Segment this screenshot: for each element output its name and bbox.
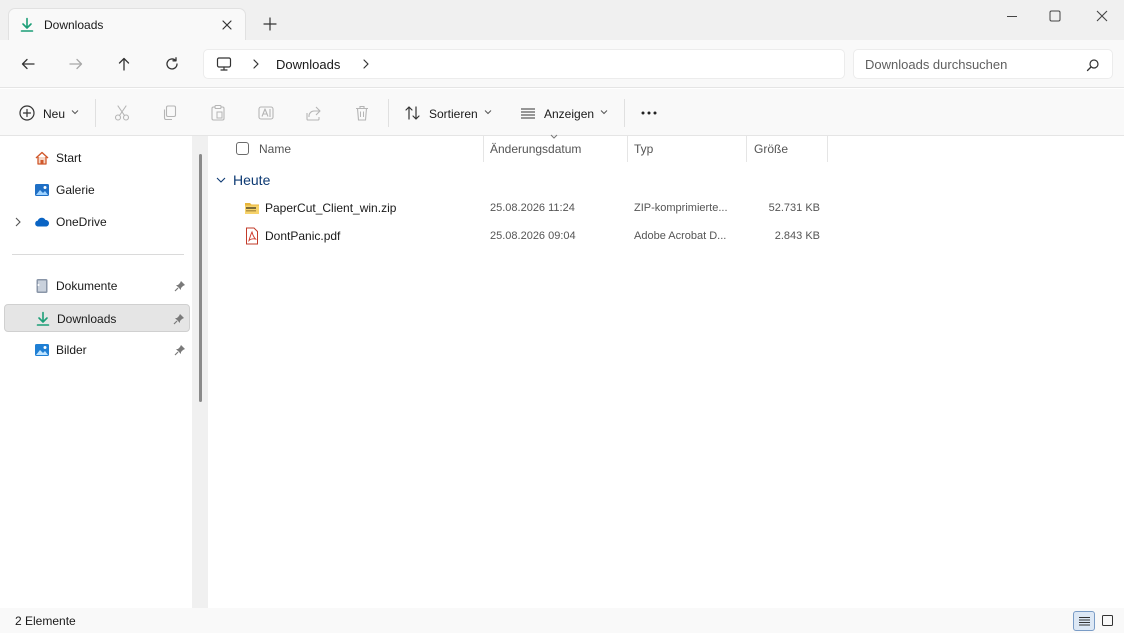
- view-button[interactable]: Anzeigen: [544, 107, 594, 121]
- nav-divider: [12, 254, 184, 255]
- chevron-down-icon[interactable]: [600, 109, 608, 115]
- sidebar-item-galerie[interactable]: Galerie: [4, 176, 190, 204]
- toolbar-divider: [388, 99, 389, 127]
- more-options-icon[interactable]: [640, 104, 658, 122]
- sort-indicator-icon: [550, 134, 558, 139]
- forward-arrow-icon[interactable]: [68, 56, 84, 72]
- file-name: PaperCut_Client_win.zip: [265, 201, 397, 215]
- back-arrow-icon[interactable]: [20, 56, 36, 72]
- share-icon[interactable]: [305, 104, 323, 122]
- column-header-name[interactable]: Name: [253, 136, 483, 162]
- view-lines-icon[interactable]: [519, 104, 537, 122]
- command-bar: Neu Sortieren Anzeigen: [0, 89, 1124, 136]
- sidebar-item-label: OneDrive: [56, 215, 107, 229]
- column-header-size[interactable]: Größe: [747, 136, 827, 162]
- file-list: Name Änderungsdatum Typ Größe Heute Pape…: [208, 134, 1124, 608]
- pictures-icon: [35, 344, 49, 356]
- document-icon: [36, 279, 48, 293]
- sidebar-item-label: Dokumente: [56, 279, 118, 293]
- maximize-icon[interactable]: [1047, 8, 1063, 24]
- chevron-right-icon[interactable]: [14, 217, 22, 227]
- pin-icon[interactable]: [173, 313, 185, 325]
- gallery-icon: [35, 184, 49, 196]
- sidebar-item-dokumente[interactable]: Dokumente: [4, 272, 190, 300]
- home-icon: [35, 151, 49, 165]
- tiles-view-icon: [1102, 615, 1113, 626]
- breadcrumb-downloads[interactable]: Downloads: [276, 57, 340, 72]
- select-all-checkbox[interactable]: [236, 142, 249, 155]
- cloud-icon: [35, 217, 50, 227]
- sort-arrows-icon[interactable]: [404, 104, 422, 122]
- tab-title: Downloads: [44, 18, 104, 32]
- cut-icon[interactable]: [113, 104, 131, 122]
- file-size: 52.731 KB: [768, 202, 820, 214]
- column-size-label: Größe: [754, 142, 789, 156]
- address-bar[interactable]: Downloads: [203, 49, 845, 79]
- chevron-down-icon[interactable]: [71, 109, 79, 115]
- sidebar-item-label: Start: [56, 151, 82, 165]
- paste-icon[interactable]: [209, 104, 227, 122]
- file-explorer-window: Downloads Downloads Downloads durchsuche…: [0, 0, 1124, 633]
- toolbar-divider: [624, 99, 625, 127]
- file-type: Adobe Acrobat D...: [634, 230, 727, 242]
- search-box[interactable]: Downloads durchsuchen: [853, 49, 1113, 79]
- navigation-pane: Start Galerie OneDrive Dokumente Downloa…: [0, 136, 208, 608]
- refresh-icon[interactable]: [164, 56, 180, 72]
- pdf-icon: [246, 227, 258, 245]
- navigation-bar: Downloads Downloads durchsuchen: [0, 40, 1124, 88]
- new-tab-icon[interactable]: [262, 16, 278, 32]
- delete-icon[interactable]: [353, 104, 371, 122]
- title-bar: Downloads: [0, 0, 1124, 40]
- download-arrow-icon: [36, 311, 50, 326]
- close-window-icon[interactable]: [1094, 8, 1110, 24]
- copy-icon[interactable]: [161, 104, 179, 122]
- file-name: DontPanic.pdf: [265, 229, 341, 243]
- sidebar-item-label: Downloads: [57, 312, 117, 326]
- details-view-button[interactable]: [1073, 611, 1095, 631]
- new-button[interactable]: Neu: [43, 107, 65, 121]
- file-date: 25.08.2026 09:04: [490, 230, 576, 242]
- sort-button[interactable]: Sortieren: [429, 107, 478, 121]
- minimize-icon[interactable]: [1004, 8, 1020, 24]
- sidebar-item-downloads[interactable]: Downloads: [4, 304, 190, 332]
- search-placeholder[interactable]: Downloads durchsuchen: [865, 57, 1007, 72]
- up-arrow-icon[interactable]: [116, 56, 132, 72]
- sidebar-item-bilder[interactable]: Bilder: [4, 336, 190, 364]
- file-size: 2.843 KB: [774, 230, 820, 242]
- column-date-label: Änderungsdatum: [490, 142, 582, 156]
- new-plus-icon[interactable]: [18, 104, 36, 122]
- sidebar-item-label: Galerie: [56, 183, 95, 197]
- nav-scrollbar-thumb[interactable]: [199, 154, 202, 402]
- search-icon[interactable]: [1086, 58, 1100, 72]
- column-name-label: Name: [259, 142, 292, 156]
- file-date: 25.08.2026 11:24: [490, 202, 575, 214]
- close-tab-icon[interactable]: [219, 17, 235, 33]
- sidebar-item-onedrive[interactable]: OneDrive: [4, 208, 190, 236]
- chevron-down-icon[interactable]: [216, 176, 226, 184]
- computer-icon[interactable]: [216, 56, 232, 72]
- pin-icon[interactable]: [174, 344, 186, 356]
- rename-icon[interactable]: [257, 104, 275, 122]
- column-header-type[interactable]: Typ: [628, 136, 746, 162]
- item-count: 2 Elemente: [15, 614, 76, 628]
- chevron-down-icon[interactable]: [484, 109, 492, 115]
- sidebar-item-start[interactable]: Start: [4, 144, 190, 172]
- group-label: Heute: [233, 172, 271, 188]
- tab-downloads[interactable]: Downloads: [8, 8, 246, 40]
- tiles-view-button[interactable]: [1097, 611, 1119, 631]
- chevron-right-icon[interactable]: [251, 57, 261, 71]
- sidebar-item-label: Bilder: [56, 343, 87, 357]
- details-view-icon: [1079, 617, 1090, 626]
- download-arrow-icon: [20, 17, 34, 32]
- toolbar-divider: [95, 99, 96, 127]
- table-row[interactable]: DontPanic.pdf 25.08.2026 09:04 Adobe Acr…: [238, 223, 838, 249]
- zip-folder-icon: [245, 203, 259, 214]
- pin-icon[interactable]: [174, 280, 186, 292]
- table-row[interactable]: PaperCut_Client_win.zip 25.08.2026 11:24…: [238, 195, 838, 221]
- column-divider[interactable]: [827, 136, 828, 162]
- chevron-right-icon[interactable]: [361, 57, 371, 71]
- status-bar: 2 Elemente: [0, 608, 1124, 633]
- file-type: ZIP-komprimierte...: [634, 202, 728, 214]
- column-type-label: Typ: [634, 142, 654, 156]
